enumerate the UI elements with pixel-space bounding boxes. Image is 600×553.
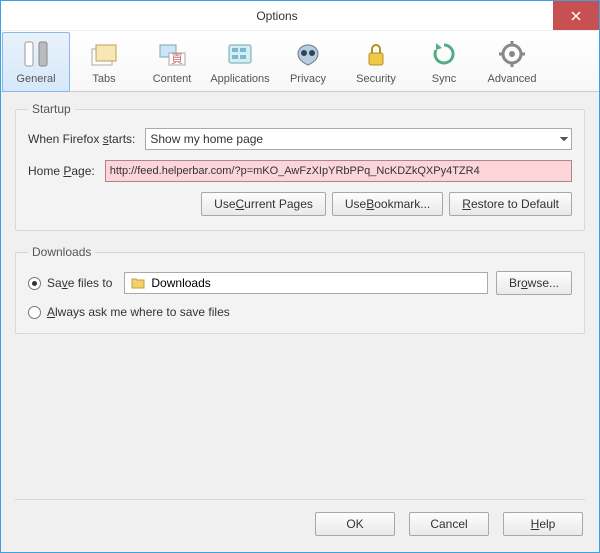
panel-body: Startup When Firefox starts: Show my hom… (1, 92, 599, 499)
when-starts-select[interactable]: Show my home page (145, 128, 572, 150)
tab-label: General (16, 73, 55, 85)
folder-icon (131, 277, 145, 289)
tab-content[interactable]: 頁 Content (138, 33, 206, 91)
homepage-label: Home Page: (28, 164, 95, 178)
homepage-input[interactable] (105, 160, 572, 182)
downloads-legend: Downloads (28, 245, 95, 259)
cancel-button[interactable]: Cancel (409, 512, 489, 536)
tab-security[interactable]: Security (342, 33, 410, 91)
tab-tabs[interactable]: Tabs (70, 33, 138, 91)
startup-legend: Startup (28, 102, 75, 116)
downloads-group: Downloads Save files to Downloads Browse… (15, 245, 585, 334)
startup-group: Startup When Firefox starts: Show my hom… (15, 102, 585, 231)
tab-label: Privacy (290, 73, 326, 85)
tab-privacy[interactable]: Privacy (274, 33, 342, 91)
svg-text:頁: 頁 (171, 52, 183, 66)
save-files-radio[interactable] (28, 277, 41, 290)
sync-icon (427, 37, 461, 71)
download-path-text: Downloads (151, 276, 210, 290)
general-icon (19, 37, 53, 71)
close-button[interactable] (553, 1, 599, 30)
category-toolbar: General Tabs 頁 Content Applications Priv… (1, 31, 599, 92)
use-current-pages-button[interactable]: Use Current Pages (201, 192, 326, 216)
when-starts-label: When Firefox starts: (28, 132, 135, 146)
tab-label: Sync (432, 73, 456, 85)
tab-general[interactable]: General (2, 32, 70, 92)
always-ask-radio[interactable] (28, 306, 41, 319)
tab-label: Content (153, 73, 192, 85)
restore-default-button[interactable]: Restore to Default (449, 192, 572, 216)
window-title: Options (1, 1, 553, 30)
close-icon (571, 11, 581, 21)
save-files-label: Save files to (47, 276, 112, 290)
browse-button[interactable]: Browse... (496, 271, 572, 295)
use-bookmark-button[interactable]: Use Bookmark... (332, 192, 443, 216)
advanced-icon (495, 37, 529, 71)
download-path-field[interactable]: Downloads (124, 272, 488, 294)
tab-sync[interactable]: Sync (410, 33, 478, 91)
tab-label: Advanced (488, 73, 537, 85)
help-button[interactable]: Help (503, 512, 583, 536)
applications-icon (223, 37, 257, 71)
tabs-icon (87, 37, 121, 71)
titlebar: Options (1, 1, 599, 31)
security-icon (359, 37, 393, 71)
content-icon: 頁 (155, 37, 189, 71)
privacy-icon (291, 37, 325, 71)
tab-applications[interactable]: Applications (206, 33, 274, 91)
footer: OK Cancel Help (1, 500, 599, 552)
tab-label: Security (356, 73, 396, 85)
tab-label: Tabs (92, 73, 115, 85)
tab-label: Applications (210, 73, 269, 85)
tab-advanced[interactable]: Advanced (478, 33, 546, 91)
options-window: Options General Tabs 頁 Content Applicati… (0, 0, 600, 553)
ok-button[interactable]: OK (315, 512, 395, 536)
always-ask-label: Always ask me where to save files (47, 305, 230, 319)
